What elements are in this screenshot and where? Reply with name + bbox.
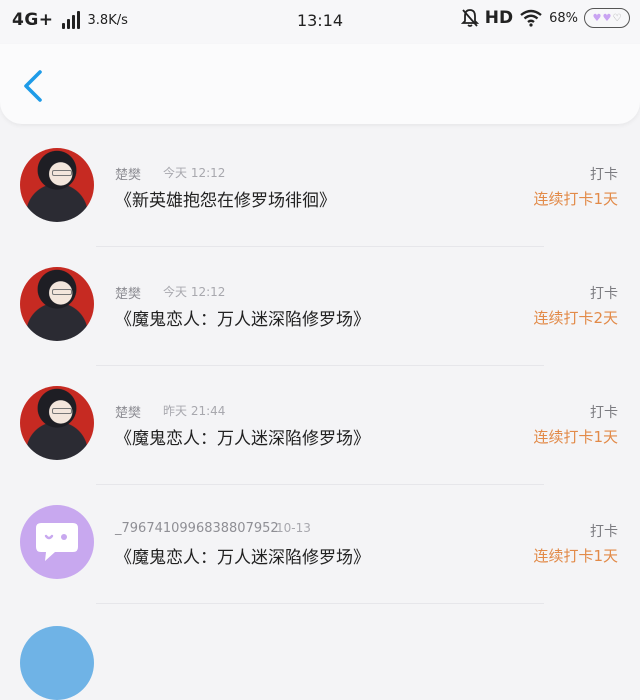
book-title[interactable]: 《新英雄抱怨在修罗场徘徊》 bbox=[115, 186, 336, 211]
heart-icon: ♡ bbox=[612, 12, 622, 24]
list-item[interactable]: 楚樊 昨天 21:44 《魔鬼恋人：万人迷深陷修罗场》 打卡 连续打卡1天 bbox=[0, 366, 640, 485]
checkin-label: 打卡 bbox=[590, 405, 618, 421]
back-arrow-icon[interactable] bbox=[14, 66, 54, 106]
battery-level: 68% bbox=[549, 10, 578, 26]
heart-icon: ♥ bbox=[592, 12, 602, 24]
list-item[interactable]: 楚樊 今天 12:12 《魔鬼恋人：万人迷深陷修罗场》 打卡 连续打卡2天 bbox=[0, 247, 640, 366]
post-time: 今天 12:12 bbox=[163, 166, 226, 180]
checkin-label: 打卡 bbox=[590, 167, 618, 183]
username[interactable]: _7967410996838807952 bbox=[115, 521, 279, 536]
avatar[interactable] bbox=[20, 267, 94, 341]
checkin-label: 打卡 bbox=[590, 286, 618, 302]
heart-icon: ♥ bbox=[602, 12, 612, 24]
username[interactable]: 楚樊 bbox=[115, 283, 141, 302]
avatar[interactable] bbox=[20, 505, 94, 579]
battery-icon: ♥ ♥ ♡ bbox=[584, 8, 630, 28]
avatar[interactable] bbox=[20, 386, 94, 460]
post-time: 10-13 bbox=[276, 521, 311, 535]
username[interactable]: 楚樊 bbox=[115, 164, 141, 183]
status-right: HD 68% ♥ ♥ ♡ bbox=[460, 8, 630, 28]
streak-label: 连续打卡1天 bbox=[533, 428, 618, 446]
checkin-label: 打卡 bbox=[590, 524, 618, 540]
avatar[interactable] bbox=[20, 626, 94, 700]
book-title[interactable]: 《魔鬼恋人：万人迷深陷修罗场》 bbox=[115, 424, 370, 449]
list-item[interactable]: 楚樊 今天 12:12 《新英雄抱怨在修罗场徘徊》 打卡 连续打卡1天 bbox=[0, 128, 640, 247]
streak-label: 连续打卡2天 bbox=[533, 309, 618, 327]
chat-bubble-avatar-icon bbox=[36, 523, 78, 561]
book-title[interactable]: 《魔鬼恋人：万人迷深陷修罗场》 bbox=[115, 543, 370, 568]
streak-label: 连续打卡1天 bbox=[533, 190, 618, 208]
bell-muted-icon bbox=[460, 9, 479, 27]
username[interactable]: 楚樊 bbox=[115, 402, 141, 421]
post-time: 昨天 21:44 bbox=[163, 404, 226, 418]
list-item[interactable]: _7967410996838807952 10-13 《魔鬼恋人：万人迷深陷修罗… bbox=[0, 485, 640, 604]
status-bar: 4G+ 3.8K/s 13:14 HD 68% ♥ ♥ ♡ bbox=[0, 0, 640, 44]
streak-label: 连续打卡1天 bbox=[533, 547, 618, 565]
wifi-icon bbox=[520, 9, 542, 27]
checkin-list: 楚樊 今天 12:12 《新英雄抱怨在修罗场徘徊》 打卡 连续打卡1天 楚樊 今… bbox=[0, 128, 640, 604]
book-title[interactable]: 《魔鬼恋人：万人迷深陷修罗场》 bbox=[115, 305, 370, 330]
divider bbox=[96, 603, 544, 604]
post-time: 今天 12:12 bbox=[163, 285, 226, 299]
top-nav-bar bbox=[0, 44, 640, 124]
avatar[interactable] bbox=[20, 148, 94, 222]
hd-indicator: HD bbox=[484, 8, 514, 28]
